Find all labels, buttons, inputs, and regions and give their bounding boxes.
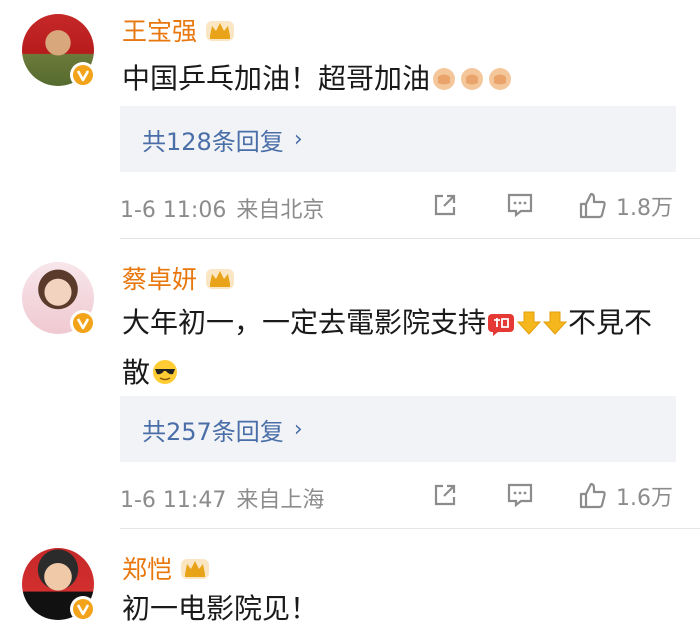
username[interactable]: 蔡卓妍: [122, 260, 237, 296]
crown-badge-icon: [181, 559, 210, 579]
fist-emoji: [459, 60, 485, 106]
comment-meta: 1-6 11:06 来自北京: [120, 192, 324, 224]
like-count: 1.8万: [616, 196, 673, 221]
chevron-right-icon: ›: [293, 126, 303, 152]
like-count: 1.6万: [616, 486, 673, 511]
username-text: 郑恺: [122, 555, 173, 584]
divider: [120, 238, 700, 239]
fist-emoji: [431, 60, 457, 106]
thumbs-up-icon: [579, 192, 606, 219]
comment-time: 1-6 11:47: [120, 488, 227, 513]
comment-text: 中国乒乓加油！超哥加油: [122, 56, 682, 106]
comment-text: 初一电影院见！: [122, 592, 319, 625]
avatar[interactable]: [22, 14, 96, 88]
comment-button[interactable]: [505, 480, 535, 510]
comment-location: 来自北京: [236, 198, 325, 223]
chevron-right-icon: ›: [293, 416, 303, 442]
verified-badge-icon: [70, 62, 96, 88]
username-text: 蔡卓妍: [122, 265, 198, 294]
fist-emoji: [487, 60, 513, 106]
arrow-down-emoji: [542, 304, 568, 350]
comment-meta: 1-6 11:47 来自上海: [120, 482, 324, 514]
username-text: 王宝强: [122, 17, 198, 46]
verified-badge-icon: [70, 596, 96, 622]
comment-location: 来自上海: [236, 488, 325, 513]
like-button[interactable]: 1.6万: [578, 480, 673, 512]
avatar[interactable]: [22, 548, 96, 622]
replies-count: 共257条回复: [142, 417, 284, 446]
username[interactable]: 王宝强: [122, 12, 237, 48]
replies-link[interactable]: 共128条回复 ›: [120, 106, 676, 172]
replies-link[interactable]: 共257条回复 ›: [120, 396, 676, 462]
verified-badge-icon: [70, 310, 96, 336]
avatar[interactable]: [22, 262, 96, 336]
comment-button[interactable]: [505, 190, 535, 220]
comment-icon: [507, 193, 533, 218]
like-button[interactable]: 1.8万: [578, 190, 673, 222]
arrow-down-emoji: [516, 304, 542, 350]
share-icon: [434, 194, 456, 216]
comment-icon: [507, 483, 533, 508]
replies-count: 共128条回复: [142, 127, 284, 156]
jiayou-sticker: [487, 304, 515, 350]
crown-badge-icon: [206, 21, 235, 41]
crown-badge-icon: [206, 269, 235, 289]
share-button[interactable]: [430, 190, 460, 220]
thumbs-up-icon: [579, 482, 606, 509]
share-icon: [434, 484, 456, 506]
share-button[interactable]: [430, 480, 460, 510]
comment-text: 大年初一，一定去電影院支持 不見不散: [122, 300, 682, 400]
username[interactable]: 郑恺: [122, 550, 212, 586]
divider: [120, 528, 700, 529]
cool-face-emoji: [151, 354, 179, 400]
comment-time: 1-6 11:06: [120, 198, 227, 223]
